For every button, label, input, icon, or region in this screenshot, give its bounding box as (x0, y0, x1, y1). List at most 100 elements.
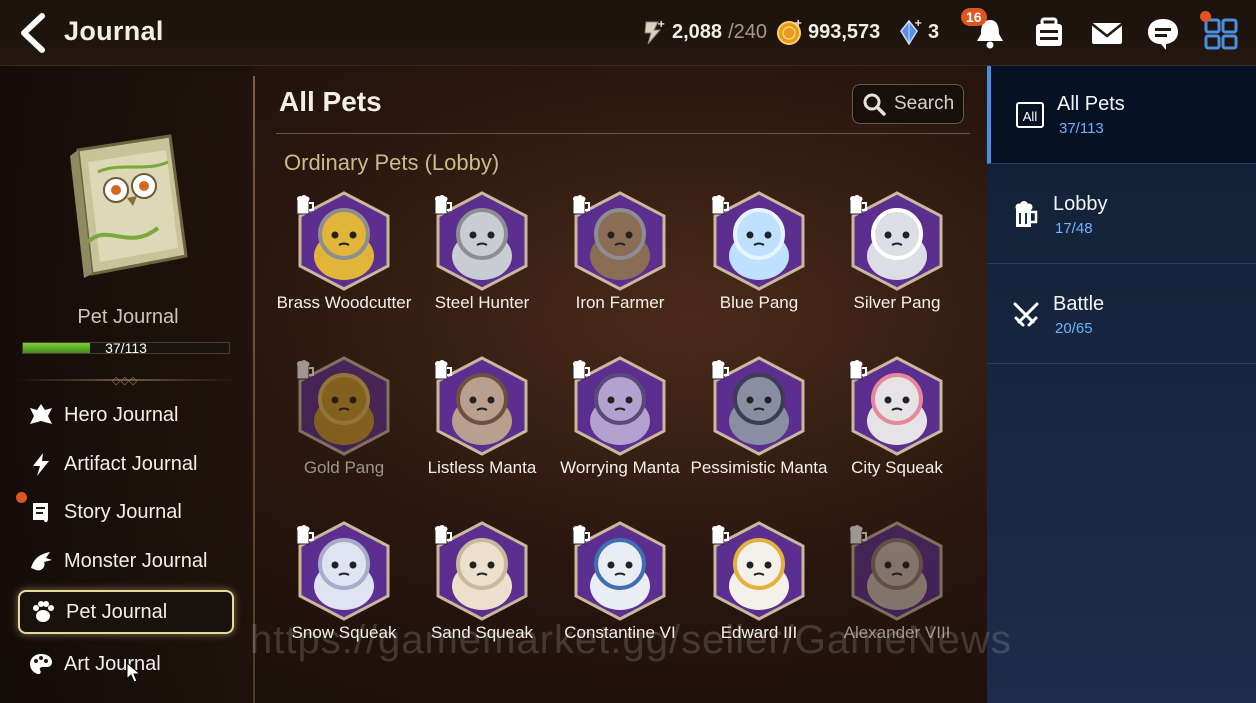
journal-name: Pet Journal (77, 306, 179, 328)
all-icon: All (1016, 102, 1044, 128)
pet-card[interactable]: Iron Farmer (550, 190, 690, 312)
pet-card[interactable]: Worrying Manta (550, 355, 690, 477)
panel-separator (253, 76, 255, 703)
nav-hero-journal[interactable]: Hero Journal (18, 393, 234, 437)
tab-lobby[interactable]: Lobby 17/48 (987, 166, 1256, 264)
gold-display[interactable]: + 993,573 (776, 18, 880, 46)
tab-label: All Pets (1057, 93, 1125, 115)
pet-portrait (292, 355, 396, 457)
nav-label: Artifact Journal (64, 452, 198, 475)
scroll-icon (33, 503, 48, 523)
lobby-mug-icon (572, 195, 590, 215)
main-title: All Pets (279, 86, 382, 117)
crossed-swords-icon (1013, 302, 1039, 327)
nav-label: Pet Journal (66, 600, 168, 623)
pet-name: City Squeak (851, 458, 943, 477)
top-bar: Journal + 2,088 /240 + 993,573 + 3 16 (0, 0, 1256, 66)
pet-name: Pessimistic Manta (690, 458, 828, 477)
mouse-cursor-icon (126, 662, 142, 683)
pet-card[interactable]: Silver Pang (827, 190, 967, 312)
pet-card[interactable]: Listless Manta (412, 355, 552, 477)
pet-name: Steel Hunter (434, 293, 530, 312)
lobby-mug-icon (434, 360, 452, 380)
pet-card[interactable]: Steel Hunter (412, 190, 552, 312)
pet-card[interactable]: Brass Woodcutter (274, 190, 414, 312)
tab-count: 37/113 (1059, 120, 1104, 137)
pet-portrait (845, 355, 949, 457)
menu-notification-dot (1200, 11, 1211, 22)
stamina-icon: + (644, 19, 665, 45)
pet-portrait (707, 355, 811, 457)
nav-monster-journal[interactable]: Monster Journal (18, 539, 234, 583)
pet-name: Gold Pang (303, 458, 385, 477)
chat-icon[interactable] (1144, 14, 1182, 52)
crystal-value: 3 (928, 20, 940, 43)
pet-portrait (568, 355, 672, 457)
search-button[interactable]: Search (852, 84, 964, 124)
lobby-mug-icon (849, 360, 867, 380)
pet-portrait (707, 190, 811, 292)
lobby-mug-icon (849, 195, 867, 215)
paw-icon (33, 601, 54, 622)
tab-battle[interactable]: Battle 20/65 (987, 266, 1256, 364)
pet-card[interactable]: Pessimistic Manta (689, 355, 829, 477)
lobby-mug-icon (849, 525, 867, 545)
svg-text:+: + (794, 18, 802, 29)
dragon-icon (31, 552, 52, 571)
pet-card[interactable]: City Squeak (827, 355, 967, 477)
nav-label: Hero Journal (64, 403, 179, 426)
pet-portrait (568, 190, 672, 292)
pet-card[interactable]: Blue Pang (689, 190, 829, 312)
divider-ornament: ◇◇◇ (112, 375, 138, 387)
svg-text:+: + (657, 19, 665, 30)
pet-card[interactable]: Gold Pang (274, 355, 414, 477)
crystal-display[interactable]: + 3 (896, 18, 939, 46)
search-label: Search (894, 93, 955, 114)
lobby-mug-icon (572, 360, 590, 380)
lobby-mug-icon (572, 525, 590, 545)
search-icon (863, 93, 886, 116)
lobby-mug-icon (711, 195, 729, 215)
lobby-mug-icon (711, 360, 729, 380)
gold-coin-icon: + (777, 18, 802, 45)
stamina-display[interactable]: + 2,088 /240 (640, 18, 767, 46)
palette-icon (30, 654, 52, 674)
pet-name: Listless Manta (427, 458, 537, 477)
page-title: Journal (64, 16, 164, 46)
pet-portrait (292, 520, 396, 622)
back-arrow-icon[interactable] (14, 12, 54, 54)
pet-portrait (292, 190, 396, 292)
pet-name: Blue Pang (719, 293, 799, 312)
inventory-icon[interactable] (1030, 14, 1068, 52)
notification-badge: 16 (961, 8, 987, 26)
main-divider (276, 133, 970, 134)
pet-name: Worrying Manta (560, 458, 680, 477)
nav-label: Story Journal (64, 500, 182, 523)
mail-icon[interactable] (1088, 14, 1126, 52)
pet-portrait (707, 520, 811, 622)
stamina-value: 2,088 (672, 20, 723, 43)
pet-portrait (430, 190, 534, 292)
gold-value: 993,573 (808, 20, 881, 43)
pet-name: Silver Pang (853, 293, 941, 312)
nav-label: Monster Journal (64, 549, 208, 572)
lightning-icon (33, 453, 49, 476)
svg-text:All: All (1023, 109, 1038, 124)
pet-portrait (845, 520, 949, 622)
pet-portrait (430, 520, 534, 622)
watermark: https://gamemarket.gg/seller/GameNews (250, 618, 1012, 662)
tab-count: 20/65 (1055, 320, 1093, 337)
nav-pet-journal[interactable]: Pet Journal (18, 590, 234, 634)
crystal-icon: + (900, 18, 922, 46)
tab-all-pets[interactable]: All All Pets 37/113 (987, 66, 1256, 164)
lobby-mug-icon (434, 525, 452, 545)
nav-artifact-journal[interactable]: Artifact Journal (18, 442, 234, 486)
journal-sidebar: Pet Journal 37/113 ◇◇◇ Hero Journal Arti… (0, 66, 252, 703)
lobby-mug-icon (711, 525, 729, 545)
category-panel: All All Pets 37/113 Lobby 17/48 Battle 2… (987, 66, 1256, 703)
lobby-mug-icon (296, 195, 314, 215)
tab-count: 17/48 (1055, 220, 1093, 237)
nav-story-journal[interactable]: Story Journal (18, 490, 234, 534)
lobby-mug-icon (296, 360, 314, 380)
pet-portrait (568, 520, 672, 622)
